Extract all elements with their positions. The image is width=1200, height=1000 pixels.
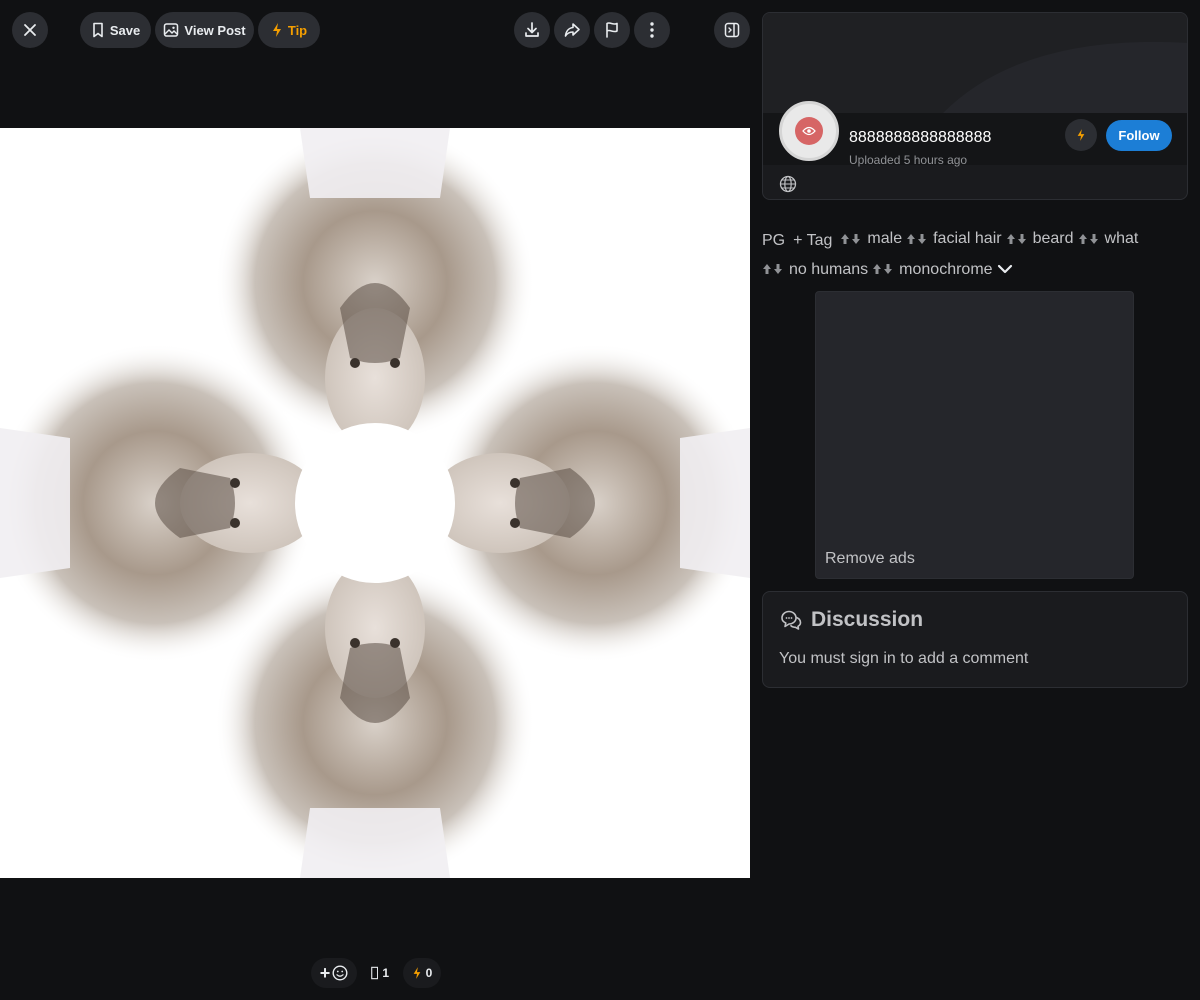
arrow-up-icon[interactable] [1078, 233, 1088, 245]
tag-label: monochrome [899, 260, 993, 278]
creator-banner [763, 13, 1187, 113]
tag-item[interactable]: monochrome [872, 255, 993, 284]
eye-icon [802, 126, 816, 136]
sign-in-message: You must sign in to add a comment [779, 650, 1029, 667]
view-post-button[interactable]: View Post [155, 12, 254, 48]
arrow-up-icon[interactable] [1006, 233, 1016, 245]
tag-label: beard [1032, 230, 1074, 247]
image-viewer: Save View Post Tip + 1 0 [0, 0, 760, 1000]
tag-label: male [867, 230, 903, 247]
download-button[interactable] [514, 12, 550, 48]
tag-votes [1078, 233, 1100, 245]
close-button[interactable] [12, 12, 48, 48]
discussion-title: Discussion [811, 608, 924, 631]
bolt-icon [1077, 129, 1085, 141]
arrow-down-icon[interactable] [851, 233, 861, 245]
add-reaction-plus: + [319, 962, 331, 983]
tag-votes [762, 263, 784, 275]
tip-count-button[interactable]: 0 [403, 958, 441, 988]
creator-username[interactable]: 8888888888888888 [849, 129, 991, 147]
tip-creator-button[interactable] [1065, 119, 1097, 151]
share-button[interactable] [554, 12, 590, 48]
arrow-up-icon[interactable] [762, 263, 772, 275]
kaleidoscope-portrait-image [0, 128, 750, 878]
share-icon [564, 23, 580, 37]
tag-label: facial hair [933, 230, 1002, 247]
close-icon [24, 24, 36, 36]
discussion-panel: Discussion You must sign in to add a com… [762, 591, 1188, 688]
avatar-badge [795, 117, 823, 145]
arrow-up-icon[interactable] [840, 233, 850, 245]
tag-votes [872, 263, 894, 275]
image-icon [164, 23, 179, 37]
tag-item[interactable]: facial hair [906, 224, 1002, 253]
report-button[interactable] [594, 12, 630, 48]
arrow-down-icon[interactable] [1089, 233, 1099, 245]
arrow-down-icon[interactable] [883, 263, 893, 275]
tag-label: no humans [789, 260, 869, 278]
arrow-down-icon[interactable] [917, 233, 927, 245]
upload-time: Uploaded 5 hours ago [849, 153, 968, 167]
more-vertical-icon [650, 22, 654, 38]
creator-card: 8888888888888888 Uploaded 5 hours ago Fo… [762, 12, 1188, 200]
save-button[interactable]: Save [80, 12, 151, 48]
tag-list: PG + Tag male facial hair beard what no humans… [762, 224, 1192, 285]
save-label: Save [109, 22, 141, 38]
chevron-down-icon [997, 264, 1012, 274]
arrow-down-icon[interactable] [1017, 233, 1027, 245]
rating-badge[interactable]: PG [762, 226, 785, 255]
tag-item[interactable]: beard [1006, 224, 1074, 253]
tag-label: what [1104, 230, 1139, 247]
image-count-badge[interactable]: 1 [363, 958, 397, 988]
view-post-label: View Post [184, 22, 246, 38]
remove-ads-link[interactable]: Remove ads [825, 550, 915, 568]
follow-button[interactable]: Follow [1106, 120, 1172, 151]
toggle-sidebar-button[interactable] [714, 12, 750, 48]
discussion-header: Discussion [779, 608, 923, 632]
tag-votes [1006, 233, 1028, 245]
avatar[interactable] [779, 101, 839, 161]
post-image [0, 128, 750, 878]
tag-item[interactable]: male [840, 224, 902, 253]
arrow-up-icon[interactable] [906, 233, 916, 245]
flag-icon [606, 22, 618, 38]
chat-bubbles-icon [781, 610, 802, 630]
ad-container: Remove ads [815, 291, 1134, 579]
image-count: 1 [382, 966, 389, 980]
tag-votes [906, 233, 928, 245]
missing-glyph-icon [371, 966, 379, 980]
reaction-bar: + 1 0 [311, 958, 447, 988]
more-button[interactable] [634, 12, 670, 48]
download-icon [525, 22, 539, 37]
tip-button[interactable]: Tip [258, 12, 320, 48]
expand-tags-button[interactable] [997, 263, 1013, 275]
add-tag-button[interactable]: + Tag [793, 226, 832, 255]
add-reaction-button[interactable]: + [311, 958, 357, 988]
tip-label: Tip [287, 22, 308, 38]
tag-item[interactable]: no humans [762, 255, 868, 284]
sidebar-toggle-icon [724, 22, 740, 38]
tag-item[interactable]: what [1078, 224, 1139, 253]
arrow-up-icon[interactable] [872, 263, 882, 275]
details-sidebar: 8888888888888888 Uploaded 5 hours ago Fo… [762, 0, 1200, 1000]
smiley-icon [332, 965, 348, 981]
bookmark-icon [93, 22, 103, 38]
bolt-icon [413, 967, 420, 979]
tag-votes [840, 233, 862, 245]
bolt-icon [272, 23, 281, 37]
globe-icon[interactable] [779, 175, 797, 198]
tip-count: 0 [425, 966, 433, 980]
arrow-down-icon[interactable] [773, 263, 783, 275]
